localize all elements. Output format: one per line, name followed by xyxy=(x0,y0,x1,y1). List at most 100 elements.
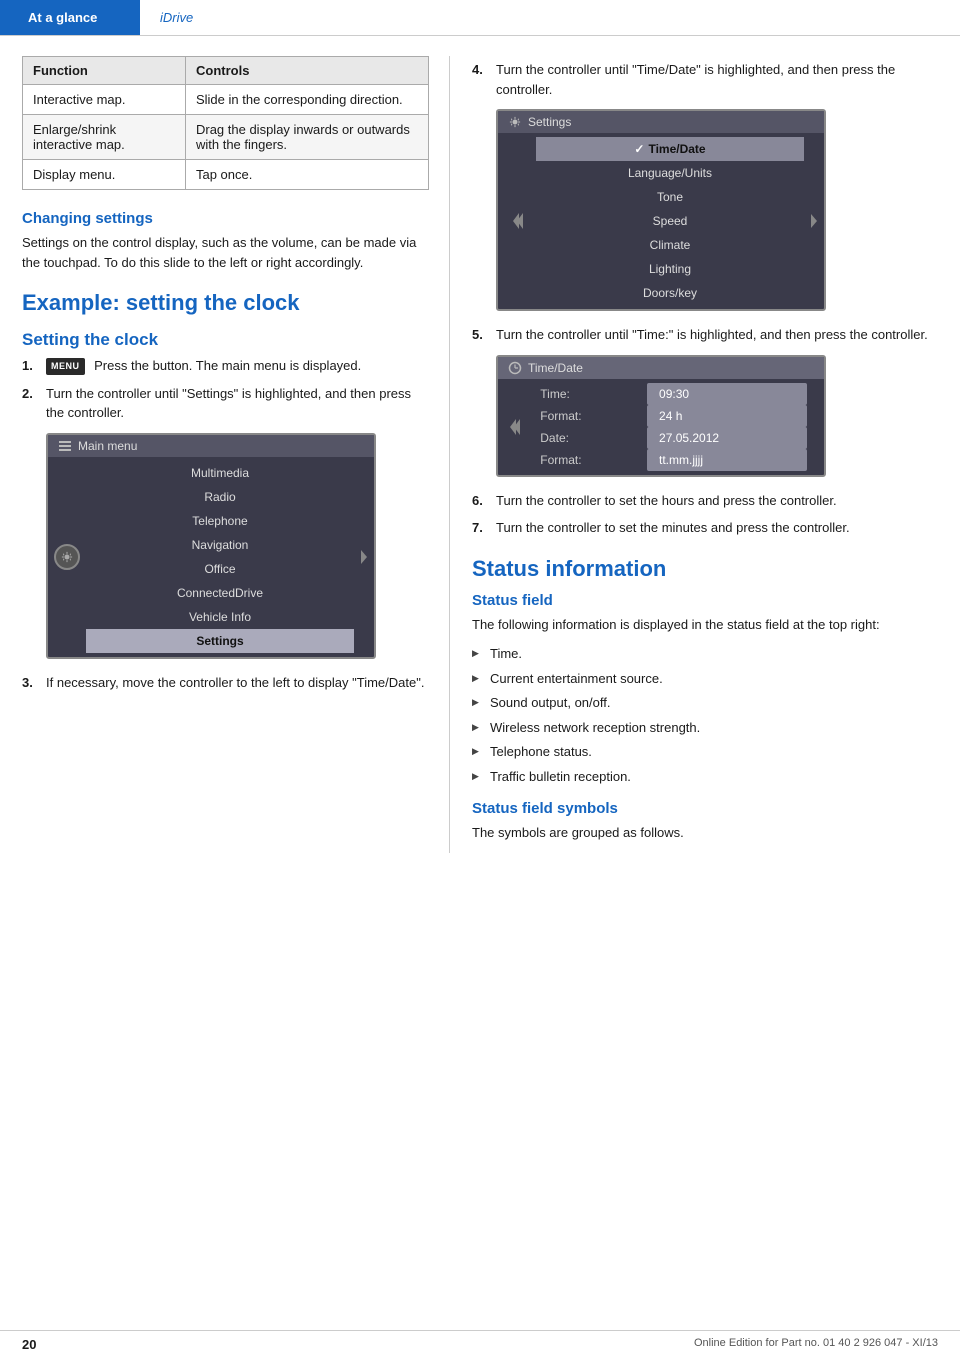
main-menu-item: ConnectedDrive xyxy=(86,581,354,605)
step-2-text: Turn the controller until "Settings" is … xyxy=(46,384,429,423)
bullet-arrow-icon: ▶ xyxy=(472,672,490,686)
status-item-text: Telephone status. xyxy=(490,742,592,762)
step-5-text: Turn the controller until "Time:" is hig… xyxy=(496,325,940,345)
right-arrow-icon xyxy=(359,548,369,566)
bullet-arrow-icon: ▶ xyxy=(472,696,490,710)
right-steps-list-3: 6. Turn the controller to set the hours … xyxy=(472,491,940,538)
step-7: 7. Turn the controller to set the minute… xyxy=(472,518,940,538)
step-1-num: 1. xyxy=(22,356,46,376)
table-row: Display menu.Tap once. xyxy=(23,160,429,190)
status-information-heading: Status information xyxy=(472,556,940,582)
changing-settings-body: Settings on the control display, such as… xyxy=(22,233,429,272)
settings-menu-item: Doors/key xyxy=(536,281,804,305)
status-item: ▶Current entertainment source. xyxy=(472,669,940,689)
step-5: 5. Turn the controller until "Time:" is … xyxy=(472,325,940,345)
timedate-label: Date: xyxy=(530,427,647,449)
step-1: 1. MENU Press the button. The main menu … xyxy=(22,356,429,376)
bullet-arrow-icon: ▶ xyxy=(472,745,490,759)
step-3-text: If necessary, move the controller to the… xyxy=(46,673,429,693)
status-item-text: Current entertainment source. xyxy=(490,669,663,689)
timedate-table: Time:09:30Format:24 hDate:27.05.2012Form… xyxy=(530,383,807,471)
tab-idrive[interactable]: iDrive xyxy=(140,0,213,35)
status-item: ▶Time. xyxy=(472,644,940,664)
main-menu-item: Office xyxy=(86,557,354,581)
status-information-section: Status information Status field The foll… xyxy=(472,556,940,843)
status-item-text: Sound output, on/off. xyxy=(490,693,610,713)
timedate-label: Format: xyxy=(530,449,647,471)
timedate-title-bar: Time/Date xyxy=(498,357,824,379)
main-menu-title-bar: Main menu xyxy=(48,435,374,457)
timedate-screen: Time/Date Time:09:30Format:24 hDate:27.0… xyxy=(496,355,826,477)
status-symbols-body: The symbols are grouped as follows. xyxy=(472,823,940,843)
left-arrow-icon-2 xyxy=(513,211,525,231)
settings-title: Settings xyxy=(528,115,571,129)
step-4-num: 4. xyxy=(472,60,496,80)
step-2-num: 2. xyxy=(22,384,46,404)
timedate-left-arrow-2 xyxy=(510,417,522,437)
settings-menu-item: Language/Units xyxy=(536,161,804,185)
step-2: 2. Turn the controller until "Settings" … xyxy=(22,384,429,423)
main-menu-item: Radio xyxy=(86,485,354,509)
status-field-body: The following information is displayed i… xyxy=(472,615,940,635)
timedate-value: 27.05.2012 xyxy=(647,427,807,449)
timedate-row: Time:09:30 xyxy=(530,383,807,405)
status-item: ▶Wireless network reception strength. xyxy=(472,718,940,738)
controls-cell: Drag the display inwards or outwards wit… xyxy=(185,115,428,160)
col-controls-header: Controls xyxy=(185,57,428,85)
right-steps-list-2: 5. Turn the controller until "Time:" is … xyxy=(472,325,940,345)
controls-cell: Slide in the corresponding direction. xyxy=(185,85,428,115)
right-column: 4. Turn the controller until "Time/Date"… xyxy=(450,56,960,853)
settings-menu-items: ✓Time/DateLanguage/UnitsToneSpeedClimate… xyxy=(536,133,804,309)
main-menu-title: Main menu xyxy=(78,439,137,453)
clock-icon xyxy=(508,361,522,375)
function-table: Function Controls Interactive map.Slide … xyxy=(22,56,429,190)
page-number: 20 xyxy=(22,1337,36,1352)
steps-list-2: 3. If necessary, move the controller to … xyxy=(22,673,429,693)
setting-clock-subheading: Setting the clock xyxy=(22,330,429,350)
step-6-num: 6. xyxy=(472,491,496,511)
main-content: Function Controls Interactive map.Slide … xyxy=(0,36,960,873)
status-item-text: Time. xyxy=(490,644,522,664)
step-4: 4. Turn the controller until "Time/Date"… xyxy=(472,60,940,99)
settings-menu-item: ✓Time/Date xyxy=(536,137,804,161)
main-menu-item: Multimedia xyxy=(86,461,354,485)
main-menu-item: Telephone xyxy=(86,509,354,533)
timedate-value: tt.mm.jjjj xyxy=(647,449,807,471)
table-row: Enlarge/shrink interactive map.Drag the … xyxy=(23,115,429,160)
step-3-num: 3. xyxy=(22,673,46,693)
bullet-arrow-icon: ▶ xyxy=(472,647,490,661)
gear-icon xyxy=(60,550,74,564)
timedate-value: 24 h xyxy=(647,405,807,427)
bullet-arrow-icon: ▶ xyxy=(472,721,490,735)
changing-settings-heading: Changing settings xyxy=(22,210,429,227)
edition-text: Online Edition for Part no. 01 40 2 926 … xyxy=(694,1337,938,1352)
settings-menu-item: Climate xyxy=(536,233,804,257)
step-6: 6. Turn the controller to set the hours … xyxy=(472,491,940,511)
timedate-row: Date:27.05.2012 xyxy=(530,427,807,449)
header: At a glance iDrive xyxy=(0,0,960,36)
main-menu-screen: Main menu xyxy=(46,433,376,659)
timedate-title: Time/Date xyxy=(528,361,583,375)
timedate-label: Time: xyxy=(530,383,647,405)
step-1-text: MENU Press the button. The main menu is … xyxy=(46,356,429,376)
timedate-value: 09:30 xyxy=(647,383,807,405)
step-4-text: Turn the controller until "Time/Date" is… xyxy=(496,60,940,99)
footer: 20 Online Edition for Part no. 01 40 2 9… xyxy=(0,1330,960,1352)
settings-menu-item: Speed xyxy=(536,209,804,233)
settings-menu-item: Lighting xyxy=(536,257,804,281)
status-item: ▶Telephone status. xyxy=(472,742,940,762)
tab-at-a-glance[interactable]: At a glance xyxy=(0,0,140,35)
timedate-label: Format: xyxy=(530,405,647,427)
example-heading: Example: setting the clock xyxy=(22,290,429,316)
status-item-text: Traffic bulletin reception. xyxy=(490,767,631,787)
main-menu-item: Navigation xyxy=(86,533,354,557)
step-7-text: Turn the controller to set the minutes a… xyxy=(496,518,940,538)
left-column: Function Controls Interactive map.Slide … xyxy=(0,56,450,853)
main-menu-item: Vehicle Info xyxy=(86,605,354,629)
status-symbols-heading: Status field symbols xyxy=(472,800,940,817)
bullet-arrow-icon: ▶ xyxy=(472,770,490,784)
menu-icon xyxy=(58,439,72,453)
step-7-num: 7. xyxy=(472,518,496,538)
controls-cell: Tap once. xyxy=(185,160,428,190)
main-menu-screen-wrapper: Main menu xyxy=(22,433,429,659)
